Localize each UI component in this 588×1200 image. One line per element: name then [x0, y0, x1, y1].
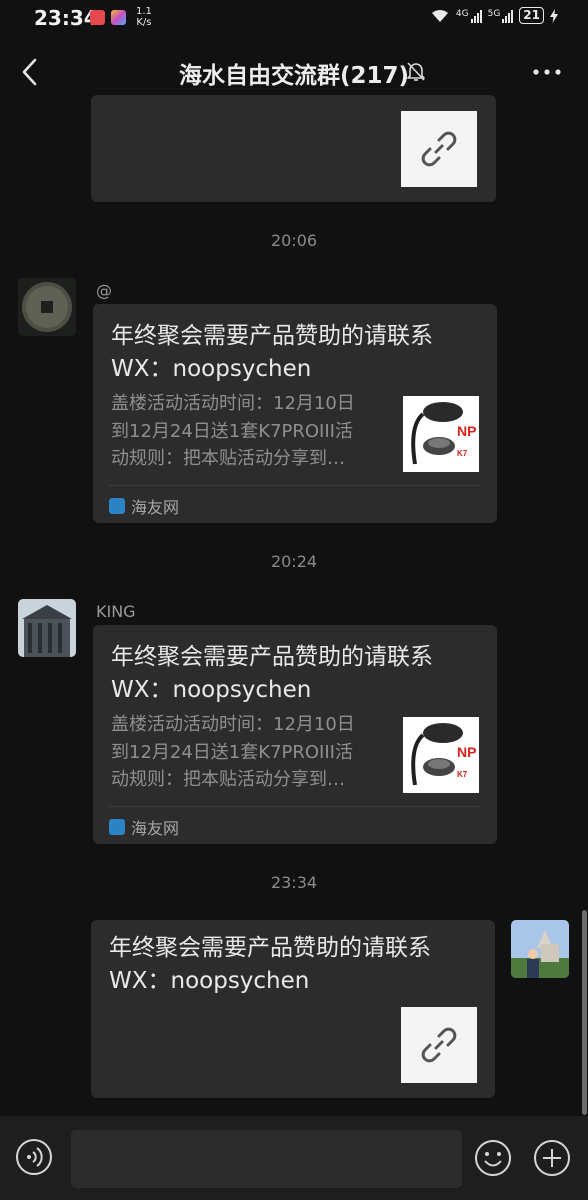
avatar[interactable] [18, 278, 76, 336]
signal-2-label: 5G [487, 8, 501, 19]
status-indicators: 4G 5G 21 [430, 7, 558, 24]
source-name: 海友网 [131, 498, 180, 517]
card-thumbnail: NP K7 [403, 717, 479, 793]
source-logo-icon [109, 498, 125, 514]
emoji-icon[interactable] [474, 1139, 512, 1177]
input-bar [0, 1116, 588, 1200]
card-description-line-3: 动规则：把本贴活动分享到… [111, 769, 345, 790]
product-image: NP K7 [403, 396, 479, 472]
card-title-line-2: WX：noopsychen [109, 968, 310, 994]
link-thumbnail [401, 1007, 477, 1083]
timestamp: 20:24 [270, 552, 318, 571]
source-logo-icon [109, 819, 125, 835]
card-title-line-2: WX：noopsychen [111, 677, 312, 703]
network-speed: 1.1 K/s [136, 6, 152, 28]
plus-icon[interactable] [533, 1139, 571, 1177]
card-title-line-1: 年终聚会需要产品赞助的请联系 [109, 935, 431, 961]
card-title-line-1: 年终聚会需要产品赞助的请联系 [111, 644, 433, 670]
shared-article-card[interactable]: 年终聚会需要产品赞助的请联系 WX：noopsychen 盖楼活动活动时间：12… [93, 625, 497, 844]
status-bar: 23:34 1.1 K/s 4G 5G 21 [0, 0, 588, 36]
card-description-line-2: 到12月24日送1套K7PROIII活 [111, 421, 353, 442]
signal-icon-1: 4G [456, 9, 482, 23]
product-model: K7 [457, 449, 468, 458]
link-thumbnail [401, 111, 477, 187]
product-brand: NP [457, 423, 476, 439]
network-speed-value: 1.1 [136, 6, 152, 17]
scrollbar[interactable] [582, 910, 587, 1115]
charging-icon [550, 8, 558, 23]
avatar[interactable] [18, 599, 76, 657]
own-link-card-message[interactable]: 年终聚会需要产品赞助的请联系 WX：noopsychen [91, 920, 495, 1098]
card-thumbnail: NP K7 [403, 396, 479, 472]
wifi-icon [431, 9, 448, 22]
source-name: 海友网 [131, 819, 180, 838]
battery-level: 21 [519, 7, 544, 24]
voice-button[interactable] [16, 1139, 52, 1175]
card-description-line-2: 到12月24日送1套K7PROIII活 [111, 742, 353, 763]
coin-avatar-image [18, 278, 76, 336]
status-time: 23:34 [34, 6, 98, 30]
card-description-line-1: 盖楼活动活动时间：12月10日 [111, 714, 355, 735]
signal-icon-2: 5G [488, 9, 514, 23]
bell-off-icon [407, 62, 425, 81]
product-brand: NP [457, 744, 476, 760]
person-avatar-image [511, 920, 569, 978]
signal-1-label: 4G [455, 8, 469, 19]
timestamp: 20:06 [270, 231, 318, 250]
message-input[interactable] [71, 1130, 462, 1188]
voice-icon [27, 1147, 43, 1167]
sender-name: KING [96, 602, 136, 621]
timestamp: 23:34 [270, 873, 318, 892]
product-model: K7 [457, 770, 468, 779]
link-icon [421, 131, 457, 167]
shared-article-card[interactable]: 年终聚会需要产品赞助的请联系 WX：noopsychen 盖楼活动活动时间：12… [93, 304, 497, 523]
more-dots-icon[interactable] [530, 60, 564, 84]
sender-name: @ [96, 281, 112, 300]
link-icon [421, 1027, 457, 1063]
chat-title: 海水自由交流群(217) [178, 63, 410, 89]
app-notification-icon [90, 10, 105, 25]
card-description-line-3: 动规则：把本贴活动分享到… [111, 448, 345, 469]
link-card-message[interactable] [91, 95, 496, 202]
card-divider [109, 485, 480, 486]
network-speed-unit: K/s [136, 17, 152, 28]
card-source: 海友网 [109, 815, 179, 839]
product-image: NP K7 [403, 717, 479, 793]
my-avatar[interactable] [511, 920, 569, 978]
building-avatar-image [18, 599, 76, 657]
card-description-line-1: 盖楼活动活动时间：12月10日 [111, 393, 355, 414]
app-notification-icon-2 [111, 10, 126, 25]
card-source: 海友网 [109, 494, 179, 518]
card-divider [109, 806, 480, 807]
card-title-line-1: 年终聚会需要产品赞助的请联系 [111, 323, 433, 349]
card-title-line-2: WX：noopsychen [111, 356, 312, 382]
